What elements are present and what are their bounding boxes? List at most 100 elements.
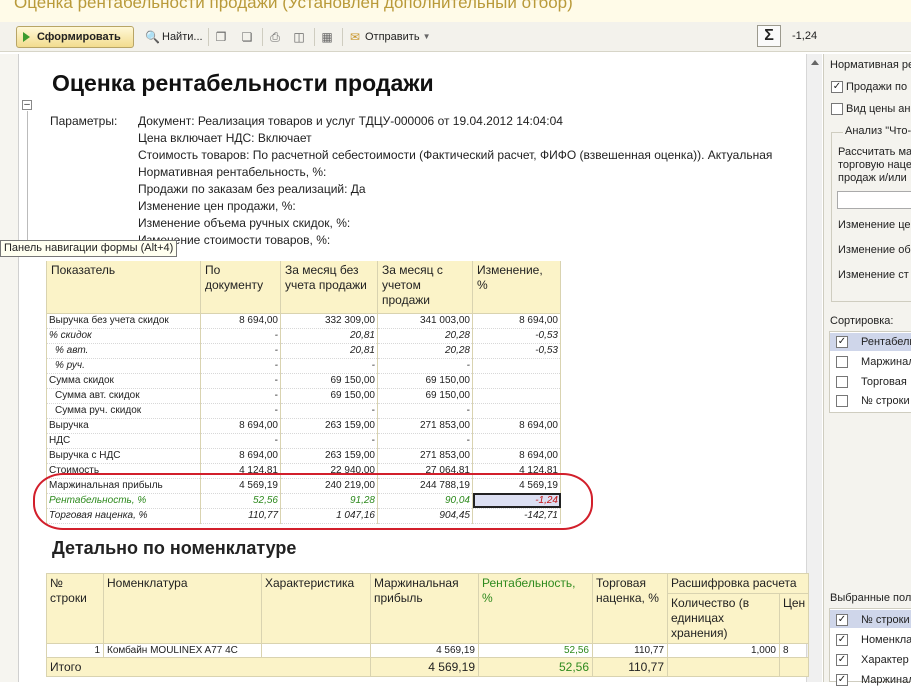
field-checkbox[interactable]: ✓ xyxy=(836,654,848,666)
cell[interactable]: - xyxy=(200,343,281,359)
cell[interactable]: 52,56 xyxy=(478,643,593,658)
cell[interactable]: 52,56 xyxy=(478,657,593,677)
cell[interactable]: 4 569,19 xyxy=(370,643,479,658)
row-label[interactable]: Сумма авт. скидок xyxy=(46,388,201,404)
cell[interactable]: 20,81 xyxy=(280,328,378,344)
field-item[interactable]: Маржинал xyxy=(861,674,911,686)
row-label[interactable]: % скидок xyxy=(46,328,201,344)
row-label[interactable]: Сумма руч. скидок xyxy=(46,403,201,419)
cell[interactable]: -0,53 xyxy=(472,328,561,344)
total-row[interactable]: Итого 4 569,19 52,56 110,77 xyxy=(46,657,810,677)
cell[interactable]: 341 003,00 xyxy=(377,313,473,329)
cell[interactable]: 69 150,00 xyxy=(377,388,473,404)
cell[interactable] xyxy=(472,403,561,419)
cell[interactable]: - xyxy=(280,433,378,449)
cell[interactable]: 110,77 xyxy=(592,657,668,677)
send-button[interactable]: ✉ Отправить ▼ xyxy=(348,26,431,48)
cell[interactable]: 110,77 xyxy=(592,643,668,658)
table-row[interactable]: % руч. - - - xyxy=(46,358,561,374)
cell[interactable] xyxy=(472,373,561,389)
row-label[interactable]: Сумма скидок xyxy=(46,373,201,389)
paste-button[interactable]: ❏ xyxy=(240,26,254,48)
table-row[interactable]: Сумма авт. скидок - 69 150,00 69 150,00 xyxy=(46,388,561,404)
cell[interactable]: 8 694,00 xyxy=(472,313,561,329)
cell[interactable]: - xyxy=(200,433,281,449)
cell[interactable]: - xyxy=(377,358,473,374)
cell[interactable]: 8 694,00 xyxy=(472,418,561,434)
row-label[interactable]: Выручка xyxy=(46,418,201,434)
cell[interactable]: -0,53 xyxy=(472,343,561,359)
field-checkbox[interactable]: ✓ xyxy=(836,674,848,686)
sort-item[interactable]: Торговая xyxy=(861,376,907,388)
cell[interactable] xyxy=(472,358,561,374)
field-checkbox[interactable]: ✓ xyxy=(836,634,848,646)
sales-checkbox[interactable]: ✓ xyxy=(831,81,843,93)
cell[interactable]: 69 150,00 xyxy=(377,373,473,389)
table-row[interactable]: % скидок - 20,81 20,28 -0,53 xyxy=(46,328,561,344)
row-label[interactable]: Выручка без учета скидок xyxy=(46,313,201,329)
field-item[interactable]: № строки xyxy=(861,614,910,626)
price-type-checkbox[interactable] xyxy=(831,103,843,115)
table-row[interactable]: Сумма руч. скидок - - - xyxy=(46,403,561,419)
cell[interactable]: 69 150,00 xyxy=(280,388,378,404)
table-row[interactable]: Сумма скидок - 69 150,00 69 150,00 xyxy=(46,373,561,389)
cell[interactable]: 69 150,00 xyxy=(280,373,378,389)
row-label[interactable]: НДС xyxy=(46,433,201,449)
sort-item[interactable]: Маржинал xyxy=(861,356,911,368)
cell[interactable]: 8 694,00 xyxy=(200,313,281,329)
print-button[interactable]: ⎙ xyxy=(268,26,282,48)
row-label[interactable]: % руч. xyxy=(46,358,201,374)
cell[interactable]: - xyxy=(200,388,281,404)
find-button[interactable]: 🔍 Найти... xyxy=(145,26,203,48)
cell[interactable]: - xyxy=(200,328,281,344)
row-label[interactable]: Выручка с НДС xyxy=(46,448,201,464)
cell[interactable]: - xyxy=(377,403,473,419)
scroll-up-icon[interactable] xyxy=(811,60,819,65)
sort-checkbox[interactable]: ✓ xyxy=(836,336,848,348)
cell[interactable]: 20,81 xyxy=(280,343,378,359)
cell[interactable]: 20,28 xyxy=(377,343,473,359)
sort-checkbox[interactable] xyxy=(836,376,848,388)
cell[interactable]: 271 853,00 xyxy=(377,418,473,434)
sum-button[interactable]: Σ xyxy=(757,25,781,47)
sort-item[interactable]: Рентабельн xyxy=(861,336,911,348)
collapse-group-toggle[interactable]: – xyxy=(22,100,32,110)
cell[interactable]: 20,28 xyxy=(377,328,473,344)
table-row[interactable]: 1 Комбайн MOULINEX A77 4C 4 569,19 52,56… xyxy=(46,643,810,658)
cell[interactable]: - xyxy=(200,358,281,374)
field-checkbox[interactable]: ✓ xyxy=(836,614,848,626)
sort-checkbox[interactable] xyxy=(836,395,848,407)
cell[interactable]: 8 694,00 xyxy=(472,448,561,464)
field-item[interactable]: Характер xyxy=(861,654,909,666)
cell[interactable]: 263 159,00 xyxy=(280,418,378,434)
row-label[interactable]: % авт. xyxy=(46,343,201,359)
cell[interactable]: 271 853,00 xyxy=(377,448,473,464)
cell[interactable]: Комбайн MOULINEX A77 4C xyxy=(103,643,262,658)
cell[interactable]: - xyxy=(280,403,378,419)
table-row[interactable]: % авт. - 20,81 20,28 -0,53 xyxy=(46,343,561,359)
cell[interactable]: - xyxy=(200,373,281,389)
table-row[interactable]: Выручка 8 694,00 263 159,00 271 853,00 8… xyxy=(46,418,561,434)
cell[interactable]: 8 694,00 xyxy=(200,418,281,434)
cell[interactable]: 4 569,19 xyxy=(370,657,479,677)
table-row[interactable]: Выручка без учета скидок 8 694,00 332 30… xyxy=(46,313,561,329)
field-item[interactable]: Номенкла xyxy=(861,634,911,646)
cell[interactable] xyxy=(472,388,561,404)
cell[interactable]: 263 159,00 xyxy=(280,448,378,464)
cell[interactable]: - xyxy=(200,403,281,419)
cell[interactable] xyxy=(472,433,561,449)
cell[interactable]: - xyxy=(377,433,473,449)
cell[interactable]: 8 694,00 xyxy=(200,448,281,464)
cell[interactable]: 1 xyxy=(46,643,104,658)
cell[interactable]: 332 309,00 xyxy=(280,313,378,329)
norm-profit-input[interactable] xyxy=(837,191,911,209)
preview-button[interactable]: ◫ xyxy=(292,26,306,48)
sort-item[interactable]: № строки xyxy=(861,395,910,407)
navigation-margin[interactable] xyxy=(0,54,18,682)
cell[interactable] xyxy=(261,643,371,658)
cell[interactable]: 8 xyxy=(778,643,810,658)
cell[interactable]: 1,000 xyxy=(667,643,780,658)
copy-button[interactable]: ❐ xyxy=(214,26,228,48)
generate-button[interactable]: Сформировать xyxy=(16,26,134,48)
table-row[interactable]: НДС - - - xyxy=(46,433,561,449)
